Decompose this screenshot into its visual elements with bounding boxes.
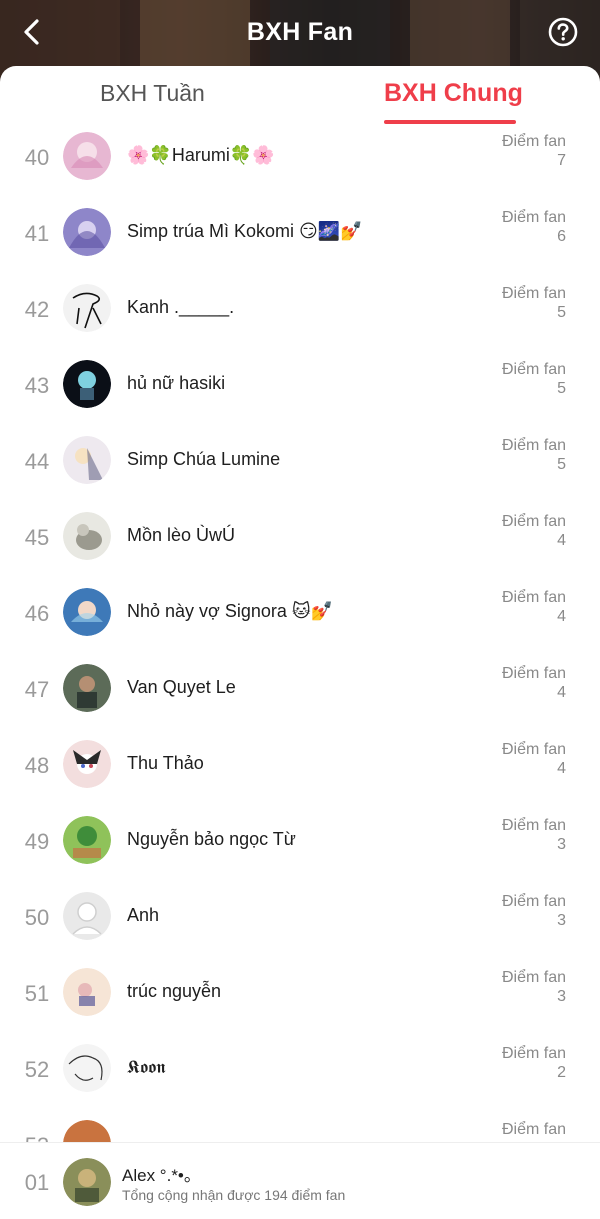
fan-name: hủ nữ hasiki — [127, 373, 226, 393]
ranking-row[interactable]: 53 Điểm fan — [0, 1116, 600, 1142]
score-label: Điểm fan — [501, 969, 566, 986]
ranking-row[interactable]: 40 🌸🍀Harumi🍀🌸 Điểm fan 7 — [0, 128, 600, 204]
avatar[interactable] — [63, 588, 111, 636]
ranking-row[interactable]: 47 Van Quyet Le Điểm fan 4 — [0, 660, 600, 736]
rank-number: 53 — [12, 1133, 62, 1142]
my-total-score: Tổng cộng nhận được 194 điểm fan — [122, 1187, 346, 1203]
avatar[interactable] — [63, 740, 111, 788]
score-value: 5 — [557, 304, 566, 321]
score-value: 4 — [557, 532, 566, 549]
avatar[interactable] — [63, 1120, 111, 1142]
score-value: 5 — [557, 380, 566, 397]
fan-name: Kanh ._____. — [127, 297, 235, 317]
score-value: 3 — [557, 912, 566, 929]
tab-bar: BXH Tuần BXH Chung — [0, 66, 600, 126]
ranking-row[interactable]: 43 hủ nữ hasiki Điểm fan 5 — [0, 356, 600, 432]
score-value: 3 — [557, 988, 566, 1005]
fan-name: trúc nguyễn — [127, 981, 222, 1001]
ranking-row[interactable]: 42 Kanh ._____. Điểm fan 5 — [0, 280, 600, 356]
score-value: 2 — [557, 1064, 566, 1081]
my-ranking-footer[interactable]: 01 Alex °.*•。 Tổng cộng nhận được 194 đi… — [0, 1142, 600, 1219]
ranking-row[interactable]: 44 Simp Chúa Lumine Điểm fan 5 — [0, 432, 600, 508]
rank-number: 51 — [24, 981, 50, 1006]
avatar[interactable] — [63, 284, 111, 332]
rank-number: 44 — [24, 449, 50, 474]
rank-number: 42 — [24, 297, 50, 322]
ranking-row[interactable]: 41 Simp trúa Mì Kokomi 😏🌌💅 Điểm fan 6 — [0, 204, 600, 280]
ranking-row[interactable]: 52 𝕶𝖔𝖔𝖓 Điểm fan 2 — [0, 1040, 600, 1116]
score-label: Điểm fan — [501, 589, 566, 606]
avatar[interactable] — [63, 132, 111, 180]
fan-name: Van Quyet Le — [127, 677, 236, 697]
score-label: Điểm fan — [501, 741, 566, 758]
fan-name: Nhỏ này vợ Signora 🐱💅 — [127, 601, 334, 621]
avatar[interactable] — [63, 436, 111, 484]
ranking-row[interactable]: 51 trúc nguyễn Điểm fan 3 — [0, 964, 600, 1040]
rank-number: 45 — [24, 525, 50, 550]
fan-name: Mồn lèo ÙwÚ — [127, 525, 236, 545]
page-title: BXH Fan — [246, 18, 354, 46]
score-value: 5 — [557, 456, 566, 473]
score-label: Điểm fan — [501, 817, 566, 834]
tab-weekly-ranking[interactable]: BXH Tuần — [100, 80, 205, 107]
rank-number: 50 — [24, 905, 50, 930]
tab-general-ranking[interactable]: BXH Chung — [384, 79, 523, 108]
fan-name: Thu Thảo — [127, 753, 204, 773]
ranking-row[interactable]: 50 Anh Điểm fan 3 — [0, 888, 600, 964]
ranking-row[interactable]: 49 Nguyễn bảo ngọc Từ Điểm fan 3 — [0, 812, 600, 888]
score-label: Điểm fan — [501, 665, 566, 682]
score-value: 4 — [557, 608, 566, 625]
score-value: 6 — [557, 228, 566, 245]
avatar[interactable] — [63, 512, 111, 560]
avatar[interactable] — [63, 1044, 111, 1092]
question-circle-icon — [548, 17, 578, 47]
ranking-row[interactable]: 45 Mồn lèo ÙwÚ Điểm fan 4 — [0, 508, 600, 584]
rank-number: 47 — [24, 677, 50, 702]
score-label: Điểm fan — [501, 361, 566, 378]
avatar[interactable] — [63, 892, 111, 940]
score-label: Điểm fan — [501, 1121, 566, 1138]
score-label: Điểm fan — [501, 133, 566, 150]
rank-number: 41 — [24, 221, 50, 246]
active-tab-indicator — [384, 120, 516, 124]
score-label: Điểm fan — [501, 437, 566, 454]
rank-number: 48 — [24, 753, 50, 778]
score-value: 3 — [557, 836, 566, 853]
avatar[interactable] — [63, 816, 111, 864]
score-label: Điểm fan — [501, 893, 566, 910]
leaderboard-sheet: BXH Tuần BXH Chung 40 🌸🍀Harumi🍀🌸 Điểm fa… — [0, 66, 600, 1219]
avatar[interactable] — [63, 664, 111, 712]
score-label: Điểm fan — [501, 513, 566, 530]
rank-number: 46 — [24, 601, 50, 626]
rank-number: 43 — [24, 373, 50, 398]
score-label: Điểm fan — [501, 285, 566, 302]
my-avatar[interactable] — [63, 1158, 111, 1206]
rank-number: 49 — [24, 829, 50, 854]
fan-name: 🌸🍀Harumi🍀🌸 — [127, 145, 275, 165]
score-value: 4 — [557, 684, 566, 701]
my-rank-number: 01 — [24, 1170, 50, 1195]
rank-number: 40 — [24, 145, 50, 170]
help-button[interactable] — [548, 17, 578, 47]
fan-name: Simp trúa Mì Kokomi 😏🌌💅 — [127, 221, 363, 241]
score-value: 4 — [557, 760, 566, 777]
score-label: Điểm fan — [501, 209, 566, 226]
ranking-row[interactable]: 46 Nhỏ này vợ Signora 🐱💅 Điểm fan 4 — [0, 584, 600, 660]
fan-name: 𝕶𝖔𝖔𝖓 — [127, 1057, 166, 1077]
my-name: Alex °.*•。 — [122, 1166, 201, 1185]
score-label: Điểm fan — [501, 1045, 566, 1062]
ranking-row[interactable]: 48 Thu Thảo Điểm fan 4 — [0, 736, 600, 812]
score-value: 7 — [557, 152, 566, 169]
avatar[interactable] — [63, 208, 111, 256]
fan-name: Simp Chúa Lumine — [127, 449, 281, 469]
fan-ranking-list[interactable]: 40 🌸🍀Harumi🍀🌸 Điểm fan 7 41 Simp trúa Mì… — [0, 126, 600, 1142]
avatar[interactable] — [63, 968, 111, 1016]
avatar[interactable] — [63, 360, 111, 408]
rank-number: 52 — [24, 1057, 50, 1082]
fan-name: Anh — [127, 905, 160, 925]
fan-name: Nguyễn bảo ngọc Từ — [127, 829, 296, 849]
